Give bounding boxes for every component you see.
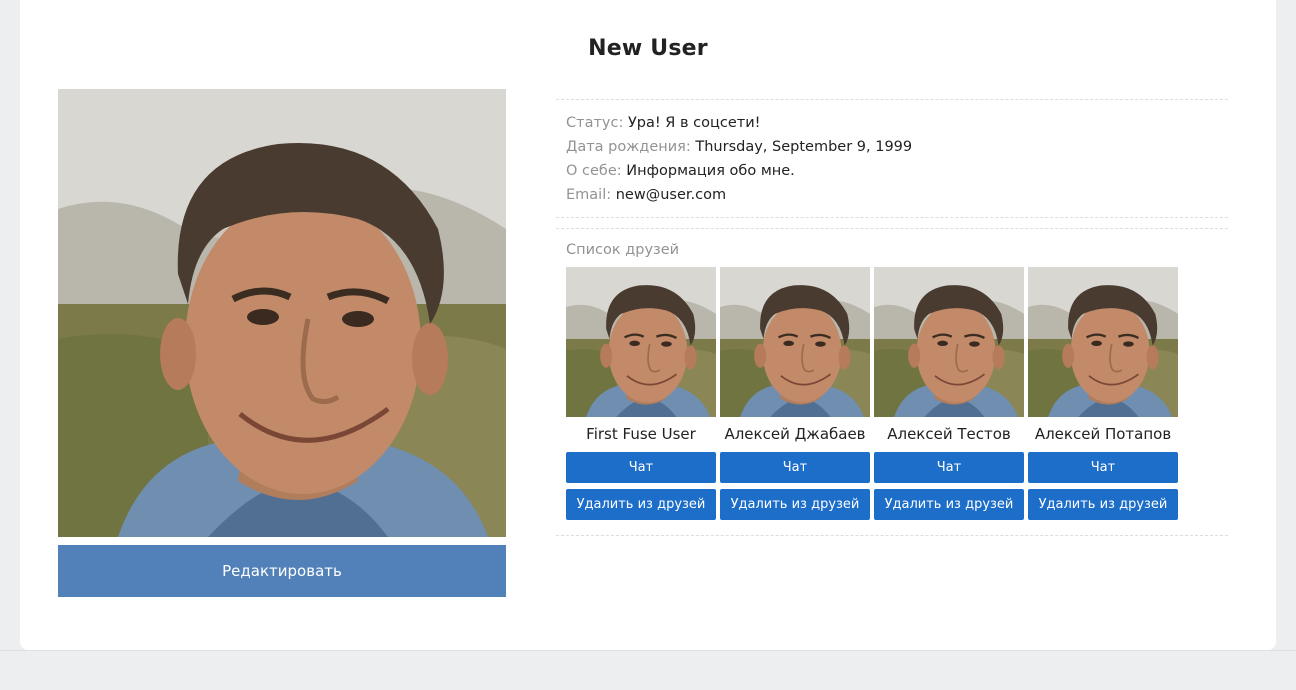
page-title: New User (588, 36, 708, 61)
chat-button[interactable]: Чат (1028, 452, 1178, 483)
birth-date-value: Thursday, September 9, 1999 (695, 139, 913, 155)
profile-photo (58, 89, 506, 537)
friends-section: Список друзей First Fuse User Чат Удалит… (556, 228, 1228, 536)
birth-date-label: Дата рождения: (566, 139, 691, 155)
friend-name[interactable]: Алексей Джабаев (724, 423, 865, 445)
remove-friend-button[interactable]: Удалить из друзей (566, 489, 716, 520)
chat-button[interactable]: Чат (720, 452, 870, 483)
friend-card: First Fuse User Чат Удалить из друзей (566, 267, 716, 520)
status-row: Статус: Ура! Я в соцсети! (566, 111, 1218, 135)
friend-avatar[interactable] (566, 267, 716, 417)
email-value: new@user.com (615, 187, 727, 203)
friend-card: Алексей Джабаев Чат Удалить из друзей (720, 267, 870, 520)
profile-avatar (58, 89, 506, 537)
friend-name[interactable]: First Fuse User (586, 423, 696, 445)
chat-button[interactable]: Чат (874, 452, 1024, 483)
chat-button[interactable]: Чат (566, 452, 716, 483)
status-label: Статус: (566, 115, 624, 131)
friends-list: First Fuse User Чат Удалить из друзей Ал… (566, 267, 1218, 520)
about-row: О себе: Информация обо мне. (566, 159, 1218, 183)
friend-avatar[interactable] (720, 267, 870, 417)
about-value: Информация обо мне. (626, 163, 795, 179)
friend-card: Алексей Потапов Чат Удалить из друзей (1028, 267, 1178, 520)
friends-title: Список друзей (566, 242, 680, 258)
remove-friend-button[interactable]: Удалить из друзей (874, 489, 1024, 520)
status-value: Ура! Я в соцсети! (627, 115, 761, 131)
remove-friend-button[interactable]: Удалить из друзей (1028, 489, 1178, 520)
friend-card: Алексей Тестов Чат Удалить из друзей (874, 267, 1024, 520)
email-label: Email: (566, 187, 612, 203)
profile-card: New User Редактировать Статус: Ура! Я в … (20, 0, 1276, 650)
friend-avatar[interactable] (1028, 267, 1178, 417)
profile-details: Статус: Ура! Я в соцсети! Дата рождения:… (556, 100, 1228, 218)
friend-avatar[interactable] (874, 267, 1024, 417)
about-label: О себе: (566, 163, 622, 179)
edit-profile-button[interactable]: Редактировать (58, 545, 506, 597)
birth-date-row: Дата рождения: Thursday, September 9, 19… (566, 135, 1218, 159)
footer-divider (0, 650, 1296, 651)
friend-name[interactable]: Алексей Тестов (887, 423, 1011, 445)
email-row: Email: new@user.com (566, 183, 1218, 207)
friend-name[interactable]: Алексей Потапов (1035, 423, 1171, 445)
profile-info: Статус: Ура! Я в соцсети! Дата рождения:… (556, 99, 1228, 536)
remove-friend-button[interactable]: Удалить из друзей (720, 489, 870, 520)
